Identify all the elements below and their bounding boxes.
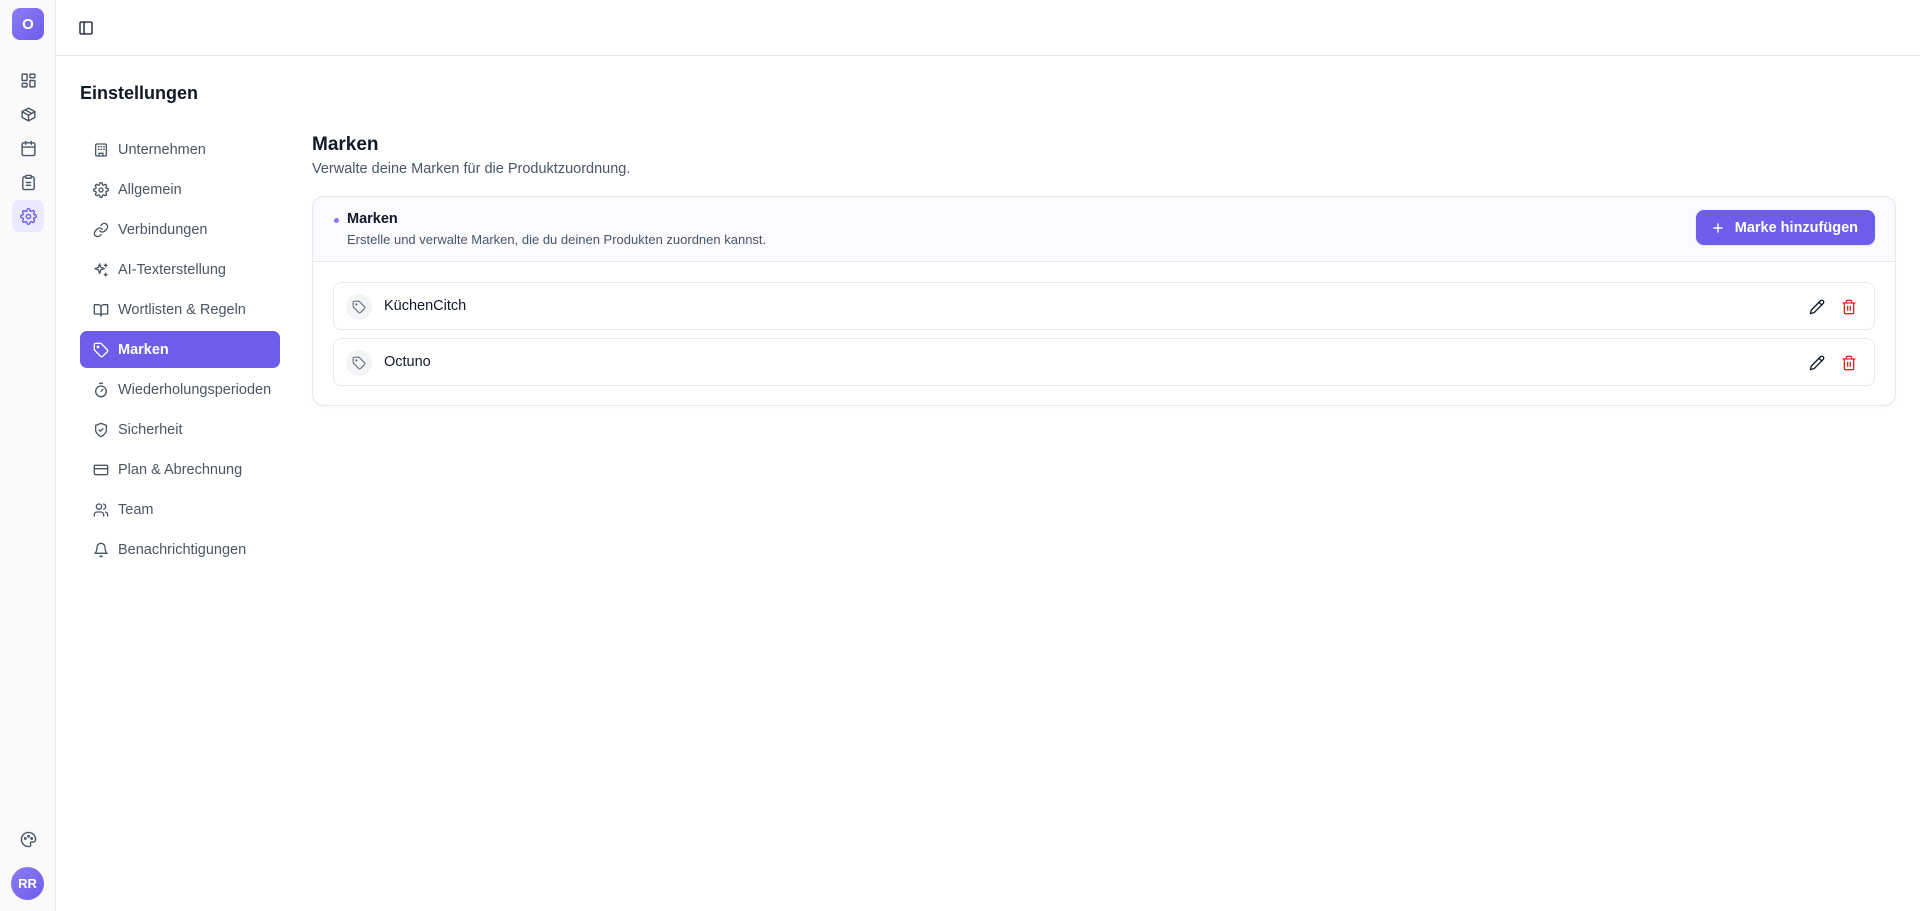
plus-icon <box>1712 222 1723 233</box>
add-brand-label: Marke hinzufügen <box>1734 219 1858 236</box>
nav-item-plan-abrechnung[interactable]: Plan & Abrechnung <box>80 451 280 488</box>
nav-item-ai-texterstellung[interactable]: AI-Texterstellung <box>80 251 280 288</box>
nav-item-label: Wiederholungsperioden <box>118 381 272 398</box>
users-icon <box>93 502 109 517</box>
dashboard-icon[interactable] <box>12 64 44 96</box>
card-description: Erstelle und verwalte Marken, die du dei… <box>347 232 767 247</box>
nav-item-label: Team <box>118 501 154 518</box>
nav-item-team[interactable]: Team <box>80 491 280 528</box>
gear-icon <box>93 181 109 198</box>
palette-icon[interactable] <box>12 823 44 855</box>
card-title: Marken <box>347 211 398 227</box>
card-header: Marken Erstelle und verwalte Marken, die… <box>313 197 1895 262</box>
nav-item-label: Marken <box>118 341 169 358</box>
trash-icon <box>1842 299 1856 315</box>
delete-brand-button[interactable] <box>1839 353 1859 373</box>
nav-item-label: Benachrichtigungen <box>118 541 247 558</box>
tag-icon <box>346 294 372 320</box>
credit-card-icon <box>93 464 109 475</box>
tag-icon <box>346 350 372 376</box>
nav-item-marken[interactable]: Marken <box>80 331 280 368</box>
nav-item-label: Unternehmen <box>118 141 206 158</box>
book-icon <box>93 303 109 317</box>
trash-icon <box>1842 355 1856 371</box>
calendar-icon[interactable] <box>12 132 44 164</box>
sparkles-icon <box>94 262 108 277</box>
edit-brand-button[interactable] <box>1807 297 1827 317</box>
settings-nav: Unternehmen Allgemein Verbindungen AI-Te… <box>80 131 280 571</box>
nav-item-benachrichtigungen[interactable]: Benachrichtigungen <box>80 531 280 568</box>
nav-item-label: Wortlisten & Regeln <box>118 301 246 318</box>
brand-name: KüchenCitch <box>384 298 467 314</box>
org-avatar[interactable]: O <box>12 8 44 40</box>
nav-item-label: Plan & Abrechnung <box>118 461 243 478</box>
clipboard-icon[interactable] <box>12 166 44 198</box>
bell-icon <box>94 542 108 557</box>
brand-name: Octuno <box>384 354 431 370</box>
shield-check-icon <box>95 422 107 437</box>
settings-gear-icon[interactable] <box>12 200 44 232</box>
tag-icon <box>93 342 109 357</box>
top-bar <box>56 0 1920 56</box>
building-icon <box>95 142 107 157</box>
nav-item-label: Allgemein <box>118 181 182 198</box>
pencil-icon <box>1809 299 1825 315</box>
page-title: Einstellungen <box>80 83 199 103</box>
nav-item-wiederholungsperioden[interactable]: Wiederholungsperioden <box>80 371 280 408</box>
app-rail: O RR <box>0 0 56 911</box>
nav-item-allgemein[interactable]: Allgemein <box>80 171 280 208</box>
add-brand-button[interactable]: Marke hinzufügen <box>1695 210 1875 245</box>
brand-row: Octuno <box>333 338 1875 386</box>
nav-item-verbindungen[interactable]: Verbindungen <box>80 211 280 248</box>
brand-row: KüchenCitch <box>333 282 1875 330</box>
brand-list: KüchenCitch Octuno <box>333 282 1875 394</box>
brands-card: Marken Erstelle und verwalte Marken, die… <box>312 196 1896 406</box>
section-subtitle: Verwalte deine Marken für die Produktzuo… <box>312 161 631 177</box>
edit-brand-button[interactable] <box>1807 353 1827 373</box>
nav-item-wortlisten[interactable]: Wortlisten & Regeln <box>80 291 280 328</box>
pencil-icon <box>1809 355 1825 371</box>
nav-item-label: Sicherheit <box>118 421 183 438</box>
nav-item-label: Verbindungen <box>118 221 208 238</box>
nav-item-label: AI-Texterstellung <box>118 261 226 278</box>
user-avatar[interactable]: RR <box>11 867 44 900</box>
header-dot <box>334 218 339 223</box>
nav-item-sicherheit[interactable]: Sicherheit <box>80 411 280 448</box>
section-title: Marken <box>312 134 379 155</box>
timer-icon <box>95 382 107 397</box>
delete-brand-button[interactable] <box>1839 297 1859 317</box>
nav-item-unternehmen[interactable]: Unternehmen <box>80 131 280 168</box>
link-icon <box>93 222 109 237</box>
sidebar-toggle-icon[interactable] <box>76 18 96 38</box>
package-icon[interactable] <box>12 98 44 130</box>
